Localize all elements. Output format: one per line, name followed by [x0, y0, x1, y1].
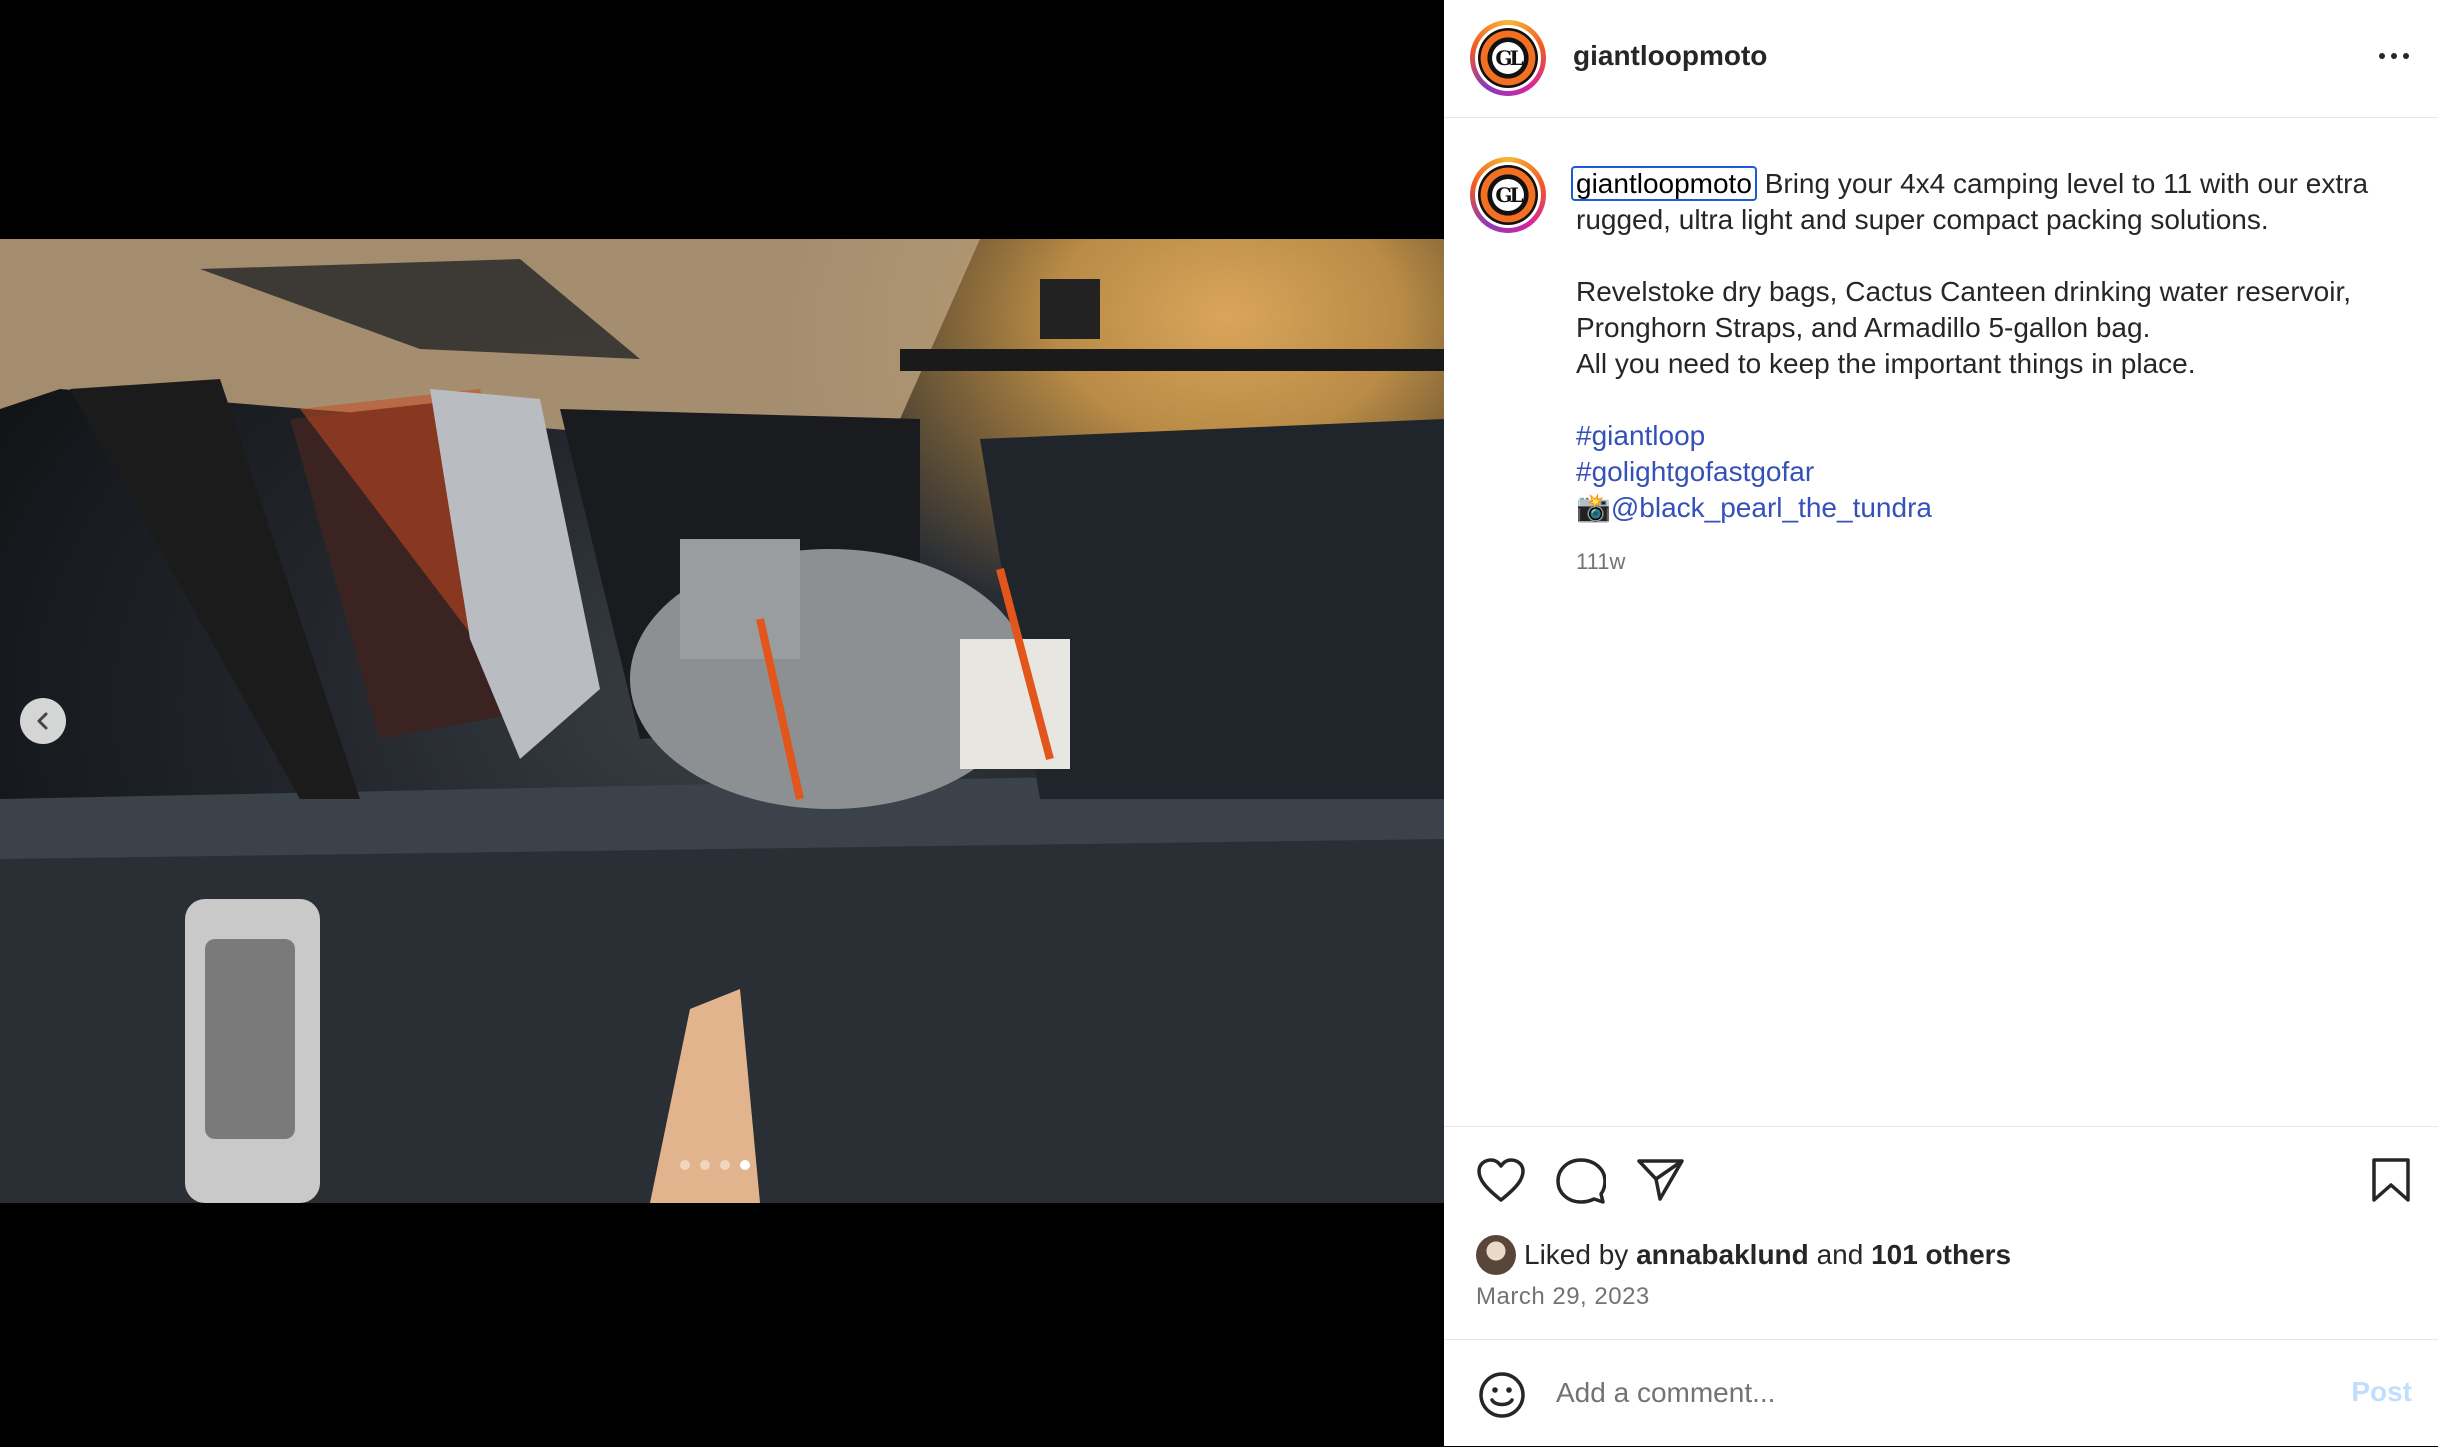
post-caption: giantloopmoto Bring your 4x4 camping lev…: [1571, 166, 2416, 580]
likes-others-link[interactable]: 101 others: [1871, 1239, 2011, 1271]
caption-text: Bring your 4x4 camping level to 11 with …: [1764, 168, 2369, 199]
carousel-dot: [680, 1160, 690, 1170]
likes-summary: Liked by annabaklund and 101 others: [1476, 1235, 2011, 1275]
like-button[interactable]: [1476, 1157, 1526, 1208]
share-icon: [1637, 1159, 1684, 1201]
hashtag-link[interactable]: #golightgofastgofar: [1576, 454, 2416, 490]
more-icon: [2379, 53, 2385, 59]
carousel-dot: [700, 1160, 710, 1170]
hashtag-link[interactable]: #giantloop: [1576, 418, 2416, 454]
caption-text: All you need to keep the important thing…: [1576, 348, 2196, 379]
heart-icon: [1477, 1158, 1525, 1202]
liker-avatar[interactable]: [1476, 1235, 1516, 1275]
save-button[interactable]: [2370, 1157, 2412, 1208]
photo-illustration: [0, 239, 1444, 1203]
post-detail-panel: GL giantloopmoto GL giantloopmoto Bring …: [1444, 0, 2438, 1446]
liker-username[interactable]: annabaklund: [1636, 1239, 1809, 1271]
author-username[interactable]: giantloopmoto: [1573, 40, 1767, 72]
post-header: GL giantloopmoto: [1444, 0, 2438, 118]
more-options-button[interactable]: [2372, 38, 2416, 74]
author-avatar[interactable]: GL: [1470, 20, 1546, 96]
carousel-indicator: [680, 1160, 750, 1170]
camera-emoji: 📸: [1576, 492, 1611, 523]
carousel-dot: [720, 1160, 730, 1170]
caption-text: Pronghorn Straps, and Armadillo 5-gallon…: [1576, 312, 2151, 343]
emoji-button[interactable]: [1478, 1371, 1526, 1424]
carousel-prev-button[interactable]: [20, 698, 66, 744]
bookmark-icon: [2372, 1158, 2410, 1202]
post-comment-button[interactable]: Post: [2351, 1376, 2412, 1408]
caption-username-link[interactable]: giantloopmoto: [1571, 166, 1757, 201]
share-button[interactable]: [1636, 1157, 1686, 1208]
emoji-icon: [1479, 1372, 1525, 1418]
carousel-dot-active: [740, 1160, 750, 1170]
comment-input[interactable]: [1554, 1370, 2278, 1416]
caption-age[interactable]: 111w: [1576, 544, 2416, 580]
caption-text: Revelstoke dry bags, Cactus Canteen drin…: [1576, 276, 2352, 307]
post-media: [0, 0, 1444, 1446]
comment-bar: Post: [1444, 1339, 2438, 1447]
comment-button[interactable]: [1556, 1157, 1607, 1210]
caption-author-avatar[interactable]: GL: [1470, 157, 1546, 233]
logo-text: GL: [1495, 46, 1523, 70]
mention-link[interactable]: @black_pearl_the_tundra: [1611, 492, 1932, 523]
comment-icon: [1556, 1158, 1607, 1204]
caption-text: rugged, ultra light and super compact pa…: [1576, 204, 2269, 235]
chevron-left-icon: [37, 712, 48, 730]
post-actions: Liked by annabaklund and 101 others Marc…: [1444, 1126, 2438, 1342]
post-date[interactable]: March 29, 2023: [1476, 1283, 1650, 1311]
post-photo: [0, 239, 1444, 1203]
